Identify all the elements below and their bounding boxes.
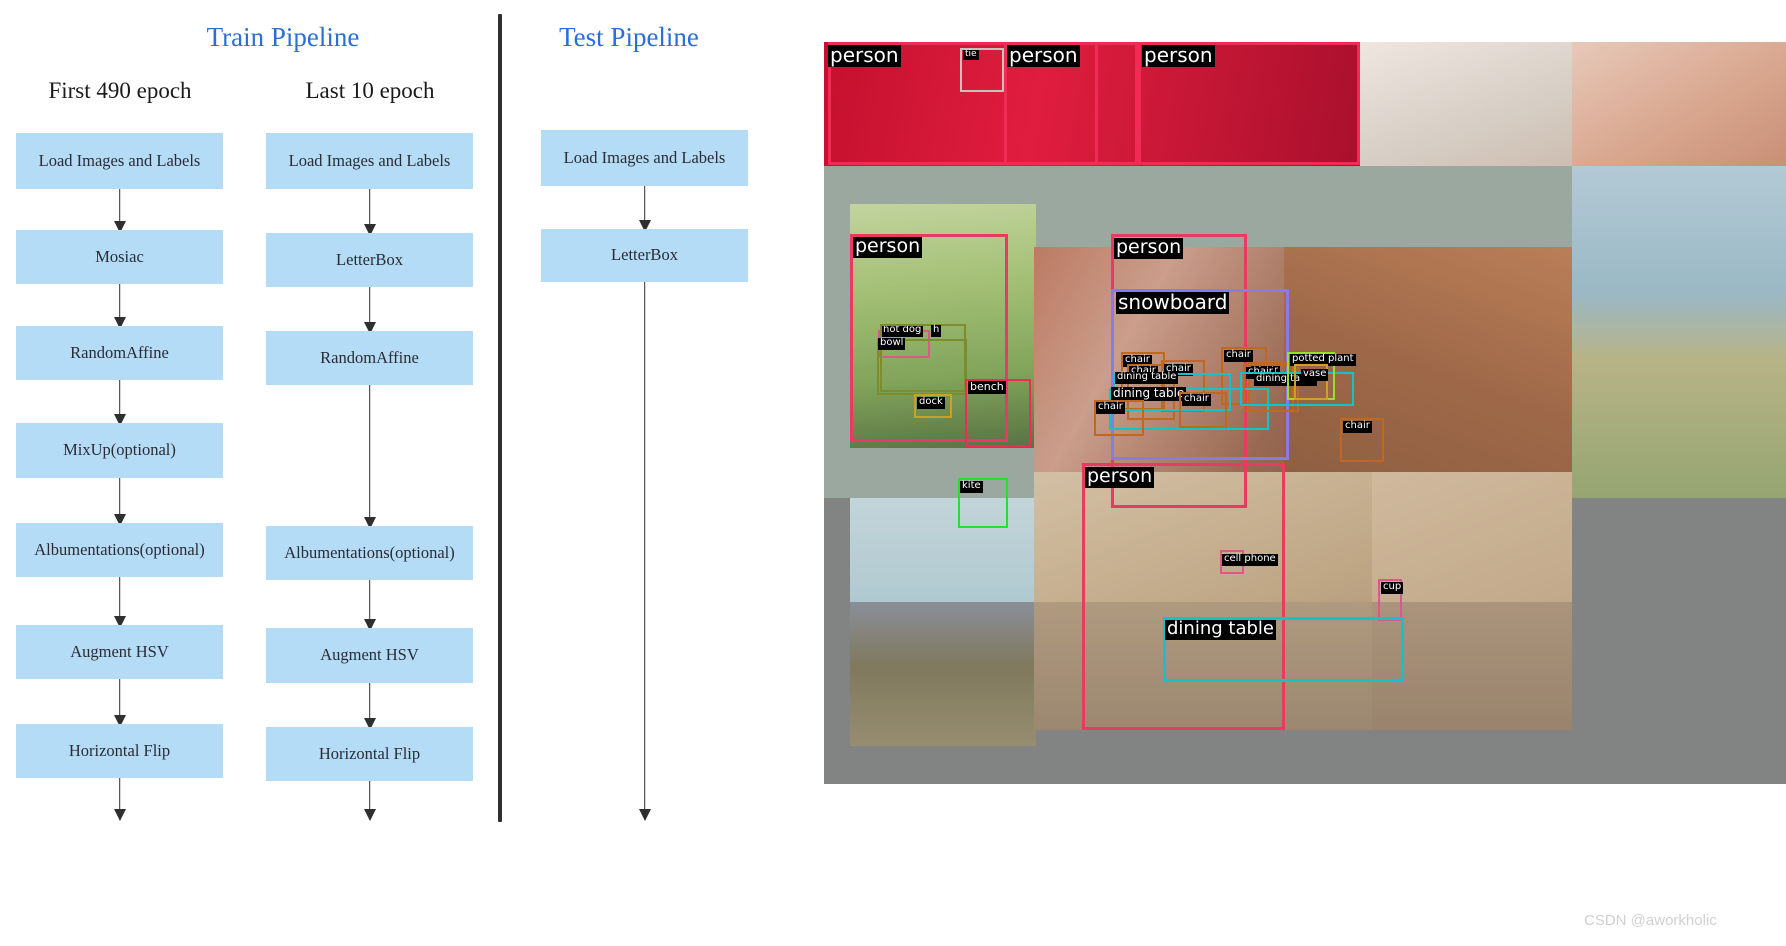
stage-box-first-490-epoch-1[interactable]: Mosiac — [16, 230, 223, 284]
bbox-label-tie-1: tie — [963, 49, 979, 61]
arrow-head-icon — [113, 809, 126, 821]
bbox-label-chair-19: chair — [1096, 401, 1125, 414]
stage-box-test-column-0[interactable]: Load Images and Labels — [541, 130, 748, 186]
bbox-label-cup-29: cup — [1381, 581, 1404, 594]
arrow-first-490-epoch-0 — [110, 189, 130, 233]
arrow-shaft — [368, 385, 371, 528]
bbox-label-cell-phone-28: cell phone — [1222, 553, 1278, 566]
bbox-label-chair-20: chair — [1182, 393, 1211, 406]
bbox-label-potted-plant-23: potted plant — [1290, 353, 1356, 366]
bbox-label-chair-25: chair — [1343, 420, 1372, 433]
bbox-label-dining-table-18: dining table — [1111, 386, 1187, 401]
tile-red-jacket — [824, 42, 1360, 166]
stage-box-last-10-epoch-5[interactable]: Horizontal Flip — [266, 727, 473, 781]
pipeline-divider — [498, 14, 502, 822]
bbox-label-person-0: person — [828, 43, 901, 67]
bbox-label-person-27: person — [1085, 465, 1155, 488]
bbox-label-kite-26: kite — [960, 480, 983, 493]
bbox-label-dock-8: dock — [917, 396, 945, 409]
csdn-watermark: CSDN @aworkholic — [1584, 912, 1717, 929]
stage-box-last-10-epoch-0[interactable]: Load Images and Labels — [266, 133, 473, 189]
figure-root: Train Pipeline First 490 epoch Load Images… — [0, 0, 1786, 946]
stage-box-last-10-epoch-2[interactable]: RandomAffine — [266, 331, 473, 385]
arrow-first-490-epoch-2 — [110, 380, 130, 426]
bbox-label-hot-dog-5: hot dog — [881, 324, 924, 337]
bbox-label-snowboard-11: snowboard — [1116, 290, 1230, 314]
bbox-label-h-6: h — [931, 324, 942, 337]
mosaic-detection-preview: person tie person person person hot dog h bowl d… — [824, 42, 1786, 784]
stage-box-first-490-epoch-2[interactable]: RandomAffine — [16, 326, 223, 380]
arrow-first-490-epoch-4 — [110, 577, 130, 628]
stage-box-last-10-epoch-3[interactable]: Albumentations(optional) — [266, 526, 473, 580]
arrow-test-column-1 — [635, 282, 655, 821]
arrow-first-490-epoch-3 — [110, 478, 130, 526]
arrow-head-icon — [638, 809, 651, 821]
arrow-last-10-epoch-0 — [360, 189, 380, 236]
stage-box-last-10-epoch-4[interactable]: Augment HSV — [266, 628, 473, 683]
arrow-first-490-epoch-1 — [110, 284, 130, 329]
arrow-first-490-epoch-5 — [110, 679, 130, 727]
stage-box-first-490-epoch-6[interactable]: Horizontal Flip — [16, 724, 223, 778]
bbox-label-dining-table-17: dining table — [1115, 371, 1179, 384]
stage-box-first-490-epoch-0[interactable]: Load Images and Labels — [16, 133, 223, 189]
bbox-label-dining-table-30: dining table — [1165, 618, 1276, 640]
bbox-label-person-10: person — [1114, 236, 1184, 259]
tile-bride — [1360, 42, 1572, 166]
stage-box-test-column-1[interactable]: LetterBox — [541, 229, 748, 282]
stage-box-first-490-epoch-5[interactable]: Augment HSV — [16, 625, 223, 679]
arrow-last-10-epoch-1 — [360, 287, 380, 334]
tile-hands — [1572, 42, 1786, 166]
arrow-last-10-epoch-5 — [360, 781, 380, 821]
stage-box-last-10-epoch-1[interactable]: LetterBox — [266, 233, 473, 287]
stage-box-first-490-epoch-4[interactable]: Albumentations(optional) — [16, 523, 223, 577]
bbox-label-person-2: person — [1007, 43, 1080, 67]
arrow-shaft — [643, 282, 646, 820]
arrow-head-icon — [363, 809, 376, 821]
stage-box-first-490-epoch-3[interactable]: MixUp(optional) — [16, 423, 223, 478]
bbox-label-chair-15: chair — [1224, 349, 1253, 362]
arrow-last-10-epoch-2 — [360, 385, 380, 529]
mixup-blend-overlay — [824, 166, 1786, 784]
arrow-last-10-epoch-4 — [360, 683, 380, 730]
arrow-test-column-0 — [635, 186, 655, 232]
bbox-label-bench-9: bench — [968, 380, 1006, 394]
bbox-label-person-4: person — [853, 235, 923, 258]
bbox-label-vase-24: vase — [1301, 368, 1329, 381]
arrow-last-10-epoch-3 — [360, 580, 380, 631]
bbox-label-person-3: person — [1142, 43, 1215, 67]
arrow-first-490-epoch-6 — [110, 778, 130, 821]
bbox-label-bowl-7: bowl — [878, 337, 906, 350]
column-subtitle-last-10-epoch: Last 10 epoch — [305, 78, 435, 103]
